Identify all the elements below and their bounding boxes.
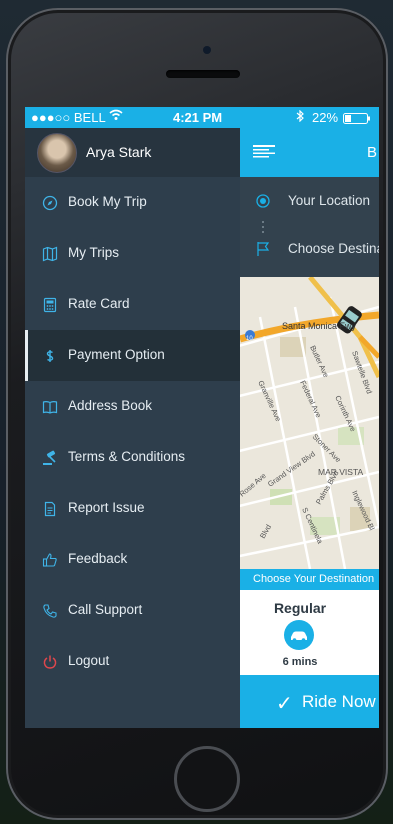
clock-text: 4:21 PM bbox=[173, 110, 223, 125]
main-content: B Your Location Choose Destina Santa Mon… bbox=[240, 128, 379, 728]
profile-name: Arya Stark bbox=[86, 144, 152, 160]
profile-header[interactable]: Arya Stark bbox=[25, 128, 240, 177]
book-icon bbox=[42, 399, 58, 415]
menu-item-feedback[interactable]: Feedback bbox=[25, 534, 240, 585]
screen: ●●●○○ BELL 4:21 PM 22% Arya Stark Book M… bbox=[25, 107, 379, 728]
map-icon bbox=[42, 246, 58, 262]
menu-icon[interactable] bbox=[253, 144, 275, 160]
calculator-icon bbox=[42, 297, 58, 313]
map-label: 10 bbox=[246, 336, 253, 342]
phone-icon bbox=[42, 603, 58, 619]
menu-item-my-trips[interactable]: My Trips bbox=[25, 228, 240, 279]
menu-item-report-issue[interactable]: Report Issue bbox=[25, 483, 240, 534]
status-bar: ●●●○○ BELL 4:21 PM 22% bbox=[25, 107, 379, 128]
dollar-icon bbox=[42, 348, 58, 364]
wifi-icon bbox=[109, 109, 123, 124]
avatar bbox=[37, 133, 77, 173]
car-button[interactable] bbox=[284, 620, 314, 650]
choose-destination-bar[interactable]: Choose Your Destination bbox=[240, 569, 379, 590]
location-panel: Your Location Choose Destina bbox=[240, 177, 379, 277]
speaker-grille bbox=[166, 70, 240, 78]
menu-label: Rate Card bbox=[68, 296, 130, 311]
power-icon bbox=[42, 654, 58, 670]
ride-now-button[interactable]: ✓ Ride Now bbox=[240, 675, 379, 728]
menu-label: Report Issue bbox=[68, 500, 145, 515]
bluetooth-icon bbox=[296, 109, 304, 125]
document-icon bbox=[42, 501, 58, 517]
top-app-bar: B bbox=[240, 128, 379, 177]
camera-icon bbox=[203, 46, 211, 54]
map-label: MAR VISTA bbox=[318, 467, 364, 477]
map-label: Santa Monica Fwy bbox=[282, 321, 357, 331]
carrier-text: ●●●○○ BELL bbox=[31, 110, 106, 125]
check-icon: ✓ bbox=[276, 693, 293, 715]
menu-label: Payment Option bbox=[68, 347, 165, 362]
location-dot-icon bbox=[256, 194, 270, 213]
vehicle-eta: 6 mins bbox=[282, 656, 318, 668]
map-view[interactable]: Santa Monica Fwy Sawtelle Blvd Butler Av… bbox=[240, 277, 379, 569]
menu-label: Book My Trip bbox=[68, 194, 147, 209]
menu-label: My Trips bbox=[68, 245, 120, 260]
pickup-location-text: Your Location bbox=[288, 193, 371, 208]
gavel-icon bbox=[42, 450, 58, 466]
menu-label: Logout bbox=[68, 653, 110, 668]
menu-item-book-my-trip[interactable]: Book My Trip bbox=[25, 177, 240, 228]
menu-label: Address Book bbox=[68, 398, 153, 413]
compass-icon bbox=[42, 195, 58, 211]
thumbs-up-icon bbox=[42, 552, 58, 568]
menu-label: Terms & Conditions bbox=[68, 449, 186, 464]
vehicle-type: Regular bbox=[273, 600, 327, 616]
menu-item-rate-card[interactable]: Rate Card bbox=[25, 279, 240, 330]
car-icon bbox=[289, 629, 309, 647]
menu-label: Feedback bbox=[68, 551, 128, 566]
menu-label: Call Support bbox=[68, 602, 143, 617]
menu-item-terms-conditions[interactable]: Terms & Conditions bbox=[25, 432, 240, 483]
home-button[interactable] bbox=[174, 746, 240, 812]
menu-item-payment-option[interactable]: Payment Option bbox=[25, 330, 240, 381]
battery-percent: 22% bbox=[312, 110, 339, 125]
menu-item-address-book[interactable]: Address Book bbox=[25, 381, 240, 432]
side-drawer: Arya Stark Book My Trip My Trips Rate Ca… bbox=[25, 128, 240, 728]
destination-text: Choose Destina bbox=[288, 241, 379, 256]
flag-icon bbox=[256, 241, 270, 262]
menu-item-call-support[interactable]: Call Support bbox=[25, 585, 240, 636]
choose-destination-text: Choose Your Destination bbox=[253, 573, 375, 585]
ride-now-label: Ride Now bbox=[302, 692, 376, 711]
vehicle-selector: Regular 6 mins bbox=[240, 590, 379, 675]
menu-item-logout[interactable]: Logout bbox=[25, 636, 240, 687]
page-title: B bbox=[367, 144, 378, 161]
destination-field[interactable]: Choose Destina bbox=[240, 225, 379, 273]
pickup-location-field[interactable]: Your Location bbox=[240, 177, 379, 225]
battery-icon bbox=[343, 112, 371, 127]
